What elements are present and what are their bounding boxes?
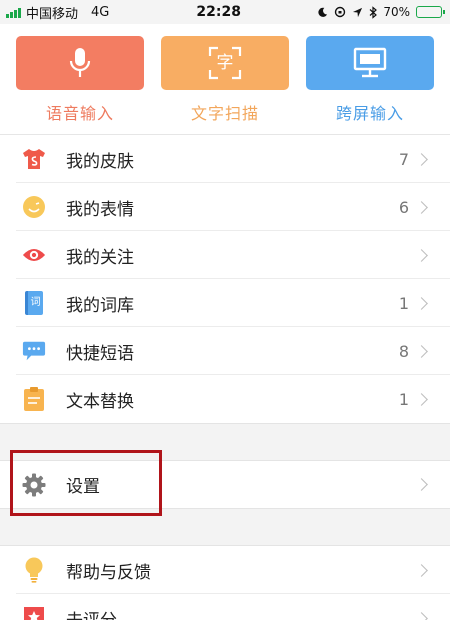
rotation-lock-icon — [335, 6, 346, 18]
moon-icon — [318, 7, 328, 17]
menu-item-help-feedback[interactable]: 帮助与反馈 — [0, 546, 450, 594]
microphone-icon — [69, 48, 91, 77]
location-icon — [353, 7, 363, 17]
status-bar: 中国移动 4G 22:28 70% — [0, 0, 450, 24]
chevron-right-icon — [415, 344, 428, 358]
dictionary-icon: 词 — [22, 291, 46, 315]
chevron-right-icon — [415, 152, 428, 166]
menu-group-settings: 设置 — [0, 461, 450, 508]
menu-item-label: 设置 — [66, 477, 100, 497]
text-scan-label: 文字扫描 — [190, 104, 259, 123]
cross-screen-input-tile[interactable] — [306, 36, 434, 90]
chevron-right-icon — [415, 478, 428, 491]
clipboard-icon — [22, 387, 46, 411]
lightbulb-icon — [22, 557, 46, 583]
voice-input-label: 语音输入 — [45, 104, 114, 123]
cross-screen-input-label: 跨屏输入 — [335, 104, 404, 123]
menu-item-label: 帮助与反馈 — [66, 562, 151, 583]
menu-item-my-dictionary[interactable]: 词 我的词库 1 — [0, 279, 450, 327]
menu-item-label: 我的关注 — [66, 247, 134, 268]
menu-item-label: 文本替换 — [66, 391, 134, 412]
battery-icon — [416, 6, 445, 18]
menu-item-my-follows[interactable]: 我的关注 — [0, 231, 450, 279]
menu-group-main: 我的皮肤 7 我的表情 6 我的关注 词 我的词库 1 快捷短语 8 文本替换 … — [0, 135, 450, 423]
chevron-right-icon — [415, 392, 428, 406]
menu-item-my-skins[interactable]: 我的皮肤 7 — [0, 135, 450, 183]
eye-icon — [22, 243, 46, 267]
network-type: 4G — [91, 4, 110, 20]
menu-item-my-emoticons[interactable]: 我的表情 6 — [0, 183, 450, 231]
carrier-name: 中国移动 — [26, 6, 79, 22]
chevron-right-icon — [415, 563, 428, 577]
item-count: 7 — [398, 149, 409, 169]
menu-item-label: 去评分 — [66, 606, 417, 620]
menu-item-label: 我的皮肤 — [66, 151, 134, 172]
chat-bubble-icon — [22, 339, 46, 363]
cross-screen-input-button[interactable]: 跨屏输入 — [306, 36, 434, 126]
item-count: 1 — [398, 389, 409, 409]
dictionary-glyph: 词 — [25, 291, 43, 315]
item-count: 8 — [398, 341, 409, 361]
bluetooth-icon — [369, 5, 378, 19]
smiley-icon — [22, 195, 46, 219]
menu-item-label: 快捷短语 — [66, 343, 134, 364]
signal-strength-icon — [6, 7, 21, 18]
text-scan-tile[interactable]: 字 — [161, 36, 289, 90]
menu-item-quick-phrases[interactable]: 快捷短语 8 — [0, 327, 450, 375]
chevron-right-icon — [415, 200, 428, 214]
chevron-right-icon — [415, 248, 428, 262]
clock: 22:28 — [196, 4, 241, 20]
item-count: 6 — [398, 197, 409, 217]
text-scan-button[interactable]: 字 文字扫描 — [161, 36, 289, 126]
menu-group-misc: 帮助与反馈 去评分 — [0, 546, 450, 620]
menu-item-text-replacement[interactable]: 文本替换 1 — [0, 375, 450, 423]
menu-item-label: 我的词库 — [66, 295, 134, 316]
gear-icon — [22, 473, 46, 497]
tshirt-icon — [22, 147, 46, 171]
text-scan-icon: 字 — [208, 46, 242, 80]
text-scan-glyph: 字 — [216, 53, 234, 73]
voice-input-tile[interactable] — [16, 36, 144, 90]
section-gap — [0, 508, 450, 546]
item-count: 1 — [398, 293, 409, 313]
menu-item-settings[interactable]: 设置 — [0, 461, 450, 508]
chevron-right-icon — [415, 611, 428, 620]
menu-item-label: 我的表情 — [66, 199, 134, 220]
voice-input-button[interactable]: 语音输入 — [16, 36, 144, 126]
battery-percent: 70% — [383, 5, 410, 19]
quick-actions: 语音输入 字 文字扫描 跨屏输入 — [16, 36, 434, 126]
section-gap — [0, 423, 450, 461]
star-icon — [22, 606, 46, 620]
monitor-icon — [353, 47, 387, 78]
menu-item-rate-app[interactable]: 去评分 — [0, 594, 450, 620]
chevron-right-icon — [415, 296, 428, 310]
